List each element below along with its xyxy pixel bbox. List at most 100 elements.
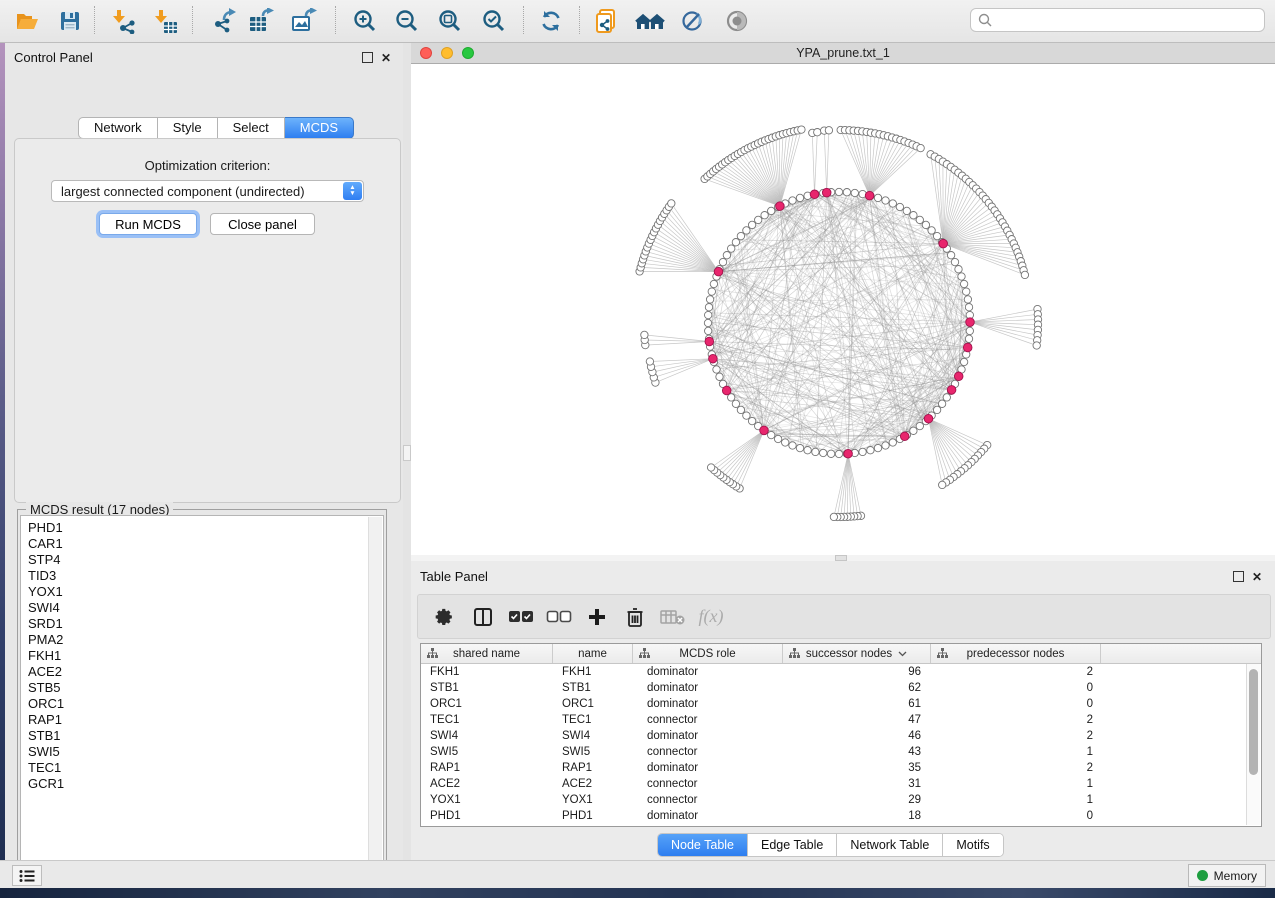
cell-role[interactable]: connector xyxy=(633,746,783,758)
cell-successors[interactable]: 46 xyxy=(783,730,931,742)
cell-predecessors[interactable]: 1 xyxy=(931,794,1101,806)
add-column-icon[interactable] xyxy=(578,607,616,627)
save-session-icon[interactable] xyxy=(54,6,86,36)
splitter-handle[interactable] xyxy=(403,445,411,461)
cell-successors[interactable]: 35 xyxy=(783,762,931,774)
column-header-MCDS-role[interactable]: MCDS role xyxy=(633,644,783,663)
vertical-splitter[interactable] xyxy=(403,43,411,860)
zoom-in-icon[interactable] xyxy=(349,6,381,36)
cell-successors[interactable]: 43 xyxy=(783,746,931,758)
home-pair-icon[interactable] xyxy=(634,6,666,36)
preview-eye-icon[interactable] xyxy=(721,6,753,36)
search-input[interactable] xyxy=(997,12,1264,28)
delete-table-icon[interactable] xyxy=(654,608,692,626)
list-item[interactable]: STB1 xyxy=(28,728,383,744)
table-row[interactable]: RAP1RAP1dominator352 xyxy=(421,760,1261,776)
tab-mcds[interactable]: MCDS xyxy=(285,117,354,139)
cell-successors[interactable]: 18 xyxy=(783,810,931,822)
cell-name[interactable]: ORC1 xyxy=(553,698,633,710)
cell-role[interactable]: connector xyxy=(633,714,783,726)
tab-network-table[interactable]: Network Table xyxy=(837,834,943,856)
cell-successors[interactable]: 29 xyxy=(783,794,931,806)
settings-gear-icon[interactable] xyxy=(426,606,464,628)
import-network-icon[interactable] xyxy=(108,6,140,36)
cell-shared-name[interactable]: RAP1 xyxy=(421,762,553,774)
export-table-icon[interactable] xyxy=(246,6,278,36)
cell-name[interactable]: FKH1 xyxy=(553,666,633,678)
cell-successors[interactable]: 47 xyxy=(783,714,931,726)
table-row[interactable]: SWI5SWI5connector431 xyxy=(421,744,1261,760)
search-field[interactable] xyxy=(970,8,1265,32)
cell-shared-name[interactable]: STB1 xyxy=(421,682,553,694)
export-image-icon[interactable] xyxy=(289,6,321,36)
list-item[interactable]: CAR1 xyxy=(28,536,383,552)
list-item[interactable]: RAP1 xyxy=(28,712,383,728)
cell-role[interactable]: dominator xyxy=(633,730,783,742)
cell-predecessors[interactable]: 2 xyxy=(931,666,1101,678)
run-mcds-button[interactable]: Run MCDS xyxy=(99,213,197,235)
cell-predecessors[interactable]: 2 xyxy=(931,714,1101,726)
column-header-shared-name[interactable]: shared name xyxy=(421,644,553,663)
column-header-predecessor-nodes[interactable]: predecessor nodes xyxy=(931,644,1101,663)
cell-predecessors[interactable]: 0 xyxy=(931,810,1101,822)
cell-role[interactable]: connector xyxy=(633,794,783,806)
tab-motifs[interactable]: Motifs xyxy=(943,834,1002,856)
hide-glasses-icon[interactable] xyxy=(677,6,709,36)
cell-name[interactable]: ACE2 xyxy=(553,778,633,790)
cell-predecessors[interactable]: 2 xyxy=(931,730,1101,742)
column-header-name[interactable]: name xyxy=(553,644,633,663)
float-panel-icon[interactable] xyxy=(1233,571,1244,582)
cell-role[interactable]: dominator xyxy=(633,762,783,774)
cell-role[interactable]: dominator xyxy=(633,698,783,710)
cell-predecessors[interactable]: 1 xyxy=(931,746,1101,758)
cell-shared-name[interactable]: ORC1 xyxy=(421,698,553,710)
network-window-titlebar[interactable]: YPA_prune.txt_1 xyxy=(411,43,1275,64)
panel-list-button[interactable] xyxy=(12,865,42,886)
list-item[interactable]: STB5 xyxy=(28,680,383,696)
cell-predecessors[interactable]: 0 xyxy=(931,698,1101,710)
fit-content-icon[interactable] xyxy=(434,6,466,36)
network-file-icon[interactable] xyxy=(591,6,623,36)
scrollbar-thumb[interactable] xyxy=(1249,669,1258,775)
table-row[interactable]: ORC1ORC1dominator610 xyxy=(421,696,1261,712)
cell-successors[interactable]: 61 xyxy=(783,698,931,710)
table-row[interactable]: TEC1TEC1connector472 xyxy=(421,712,1261,728)
close-panel-icon[interactable]: ✕ xyxy=(1252,572,1262,582)
list-item[interactable]: PMA2 xyxy=(28,632,383,648)
list-item[interactable]: SWI5 xyxy=(28,744,383,760)
list-item[interactable]: FKH1 xyxy=(28,648,383,664)
table-row[interactable]: PHD1PHD1dominator180 xyxy=(421,808,1261,824)
table-row[interactable]: SWI4SWI4dominator462 xyxy=(421,728,1261,744)
cell-successors[interactable]: 96 xyxy=(783,666,931,678)
cell-shared-name[interactable]: SWI5 xyxy=(421,746,553,758)
refresh-view-icon[interactable] xyxy=(535,6,567,36)
network-canvas[interactable] xyxy=(411,64,1275,555)
cell-predecessors[interactable]: 0 xyxy=(931,682,1101,694)
list-item[interactable]: SRD1 xyxy=(28,616,383,632)
zoom-out-icon[interactable] xyxy=(391,6,423,36)
cell-name[interactable]: SWI5 xyxy=(553,746,633,758)
cell-name[interactable]: SWI4 xyxy=(553,730,633,742)
close-panel-icon[interactable]: ✕ xyxy=(381,53,391,63)
cell-shared-name[interactable]: ACE2 xyxy=(421,778,553,790)
close-panel-button[interactable]: Close panel xyxy=(210,213,315,235)
table-scrollbar[interactable] xyxy=(1246,664,1260,825)
list-item[interactable]: SWI4 xyxy=(28,600,383,616)
memory-button[interactable]: Memory xyxy=(1188,864,1266,887)
table-row[interactable]: STB1STB1dominator620 xyxy=(421,680,1261,696)
cell-shared-name[interactable]: TEC1 xyxy=(421,714,553,726)
tab-node-table[interactable]: Node Table xyxy=(658,834,748,856)
cell-role[interactable]: dominator xyxy=(633,682,783,694)
cell-shared-name[interactable]: SWI4 xyxy=(421,730,553,742)
tab-style[interactable]: Style xyxy=(158,117,218,139)
cell-predecessors[interactable]: 1 xyxy=(931,778,1101,790)
network-graph[interactable] xyxy=(411,64,1275,555)
cell-shared-name[interactable]: FKH1 xyxy=(421,666,553,678)
cell-successors[interactable]: 62 xyxy=(783,682,931,694)
cell-name[interactable]: STB1 xyxy=(553,682,633,694)
table-row[interactable]: ACE2ACE2connector311 xyxy=(421,776,1261,792)
cell-predecessors[interactable]: 2 xyxy=(931,762,1101,774)
list-item[interactable]: TID3 xyxy=(28,568,383,584)
table-row[interactable]: FKH1FKH1dominator962 xyxy=(421,664,1261,680)
cell-name[interactable]: YOX1 xyxy=(553,794,633,806)
